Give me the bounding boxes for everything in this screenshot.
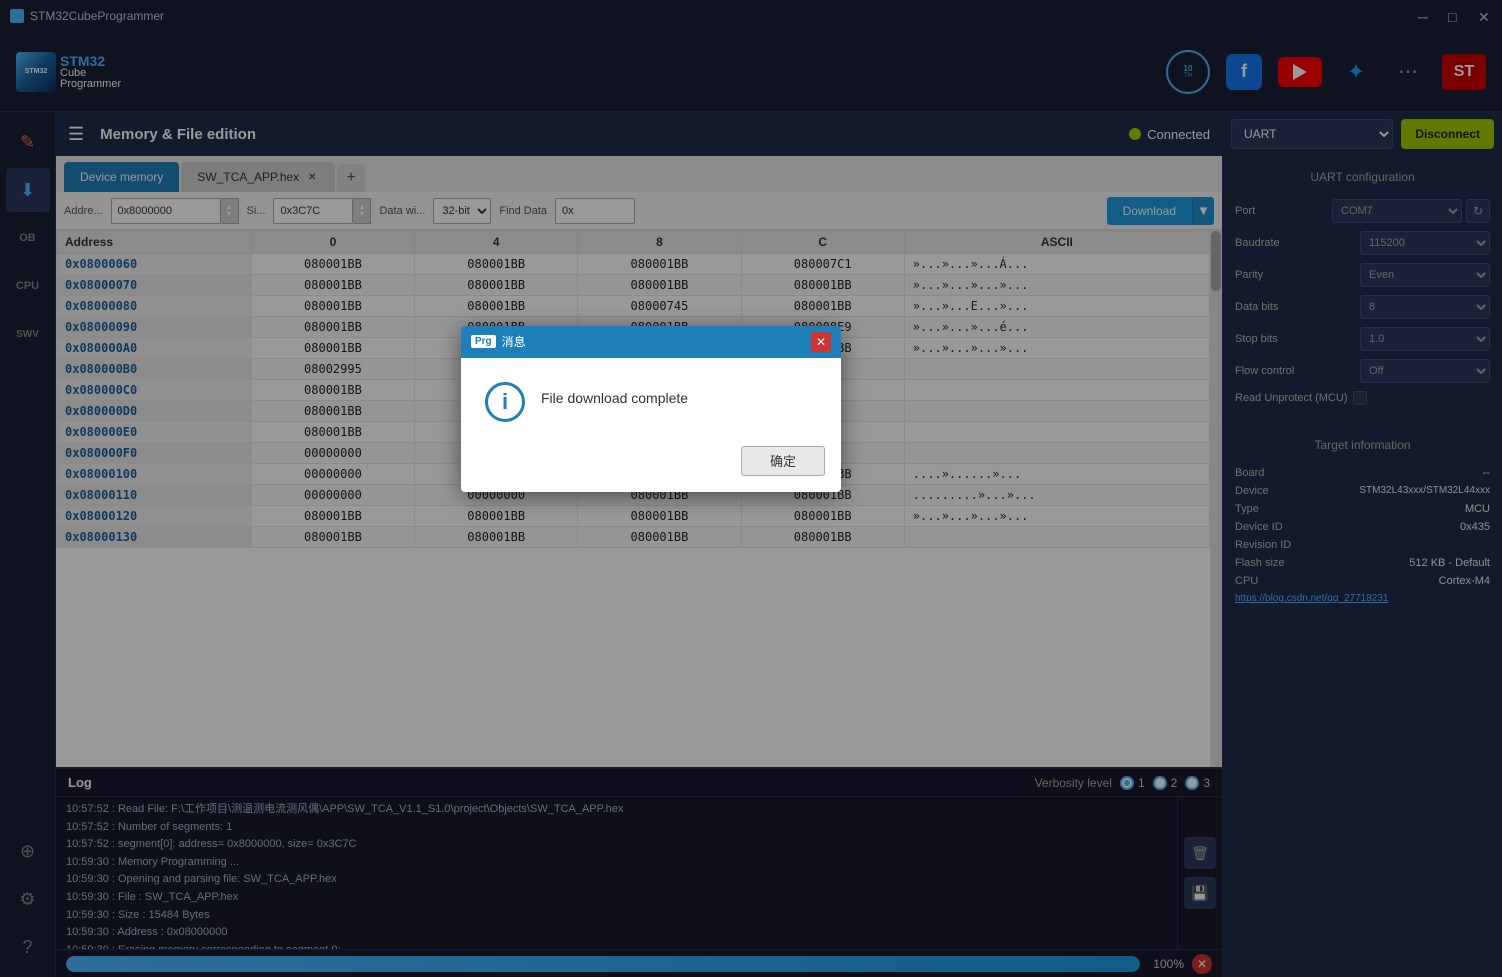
modal-message: File download complete [541,382,688,406]
modal-dialog: Prg 消息 ✕ i File download complete 确定 [461,326,841,492]
modal-info-char: i [502,389,508,415]
modal-close-button[interactable]: ✕ [811,332,831,352]
modal-body: i File download complete [461,358,841,438]
modal-title-icon: Prg 消息 [471,333,526,350]
modal-titlebar: Prg 消息 ✕ [461,326,841,358]
modal-overlay: Prg 消息 ✕ i File download complete 确定 [0,0,1502,977]
modal-footer: 确定 [461,438,841,492]
modal-title: 消息 [502,333,526,350]
modal-ok-button[interactable]: 确定 [741,446,825,476]
modal-info-icon: i [485,382,525,422]
modal-prg-badge: Prg [471,335,496,348]
